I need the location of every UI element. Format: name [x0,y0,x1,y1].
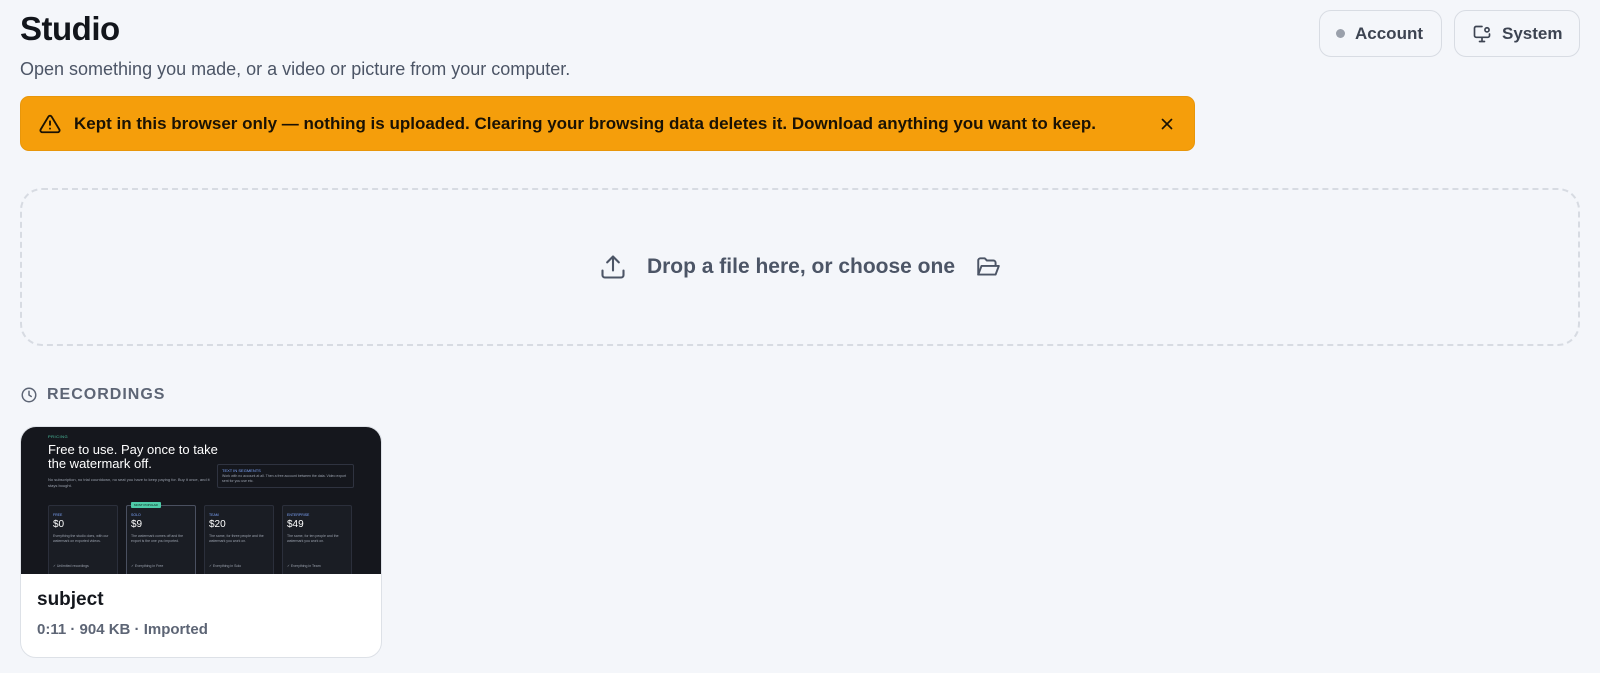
recordings-heading-label: RECORDINGS [47,386,166,403]
plan-feature: ✓ Everything in Solo [209,564,242,568]
plan-name: TEAM [209,513,219,517]
recording-meta: 0:11 · 904 KB · Imported [37,621,208,638]
system-button[interactable]: System [1454,10,1580,57]
upload-icon [599,253,627,281]
recording-card[interactable]: PRICING Free to use. Pay once to take th… [20,426,382,658]
warning-icon [39,113,61,135]
plan-price: $20 [209,519,226,530]
plan-name: FREE [53,513,63,517]
page-title: Studio [20,10,120,47]
file-dropzone[interactable]: Drop a file here, or choose one [20,188,1580,346]
plan-badge: MOST POPULAR [131,502,161,508]
close-icon[interactable] [1158,115,1176,133]
thumb-box-title: TEXT IN SEGMENTS [222,468,261,473]
status-dot-icon [1336,29,1345,38]
recording-title: subject [37,589,104,610]
folder-open-icon[interactable] [975,254,1001,280]
thumb-plan-card: FREE $0 Everything the studio does, with… [48,505,118,574]
top-actions: Account System [1319,10,1580,57]
thumb-plan-card: ENTERPRISE $49 The same, for ten people … [282,505,352,574]
thumb-subtext: No subscription, no trial countdown, no … [48,477,210,488]
plan-feature: ✓ Unlimited recordings [53,564,89,568]
plan-desc: The same, for ten people and the waterma… [287,534,339,543]
plan-feature: ✓ Everything in Team [287,564,321,568]
plan-price: $0 [53,519,65,530]
page-subtitle: Open something you made, or a video or p… [20,59,571,79]
plan-desc: The same, for three people and the water… [209,534,264,543]
banner-text: Kept in this browser only — nothing is u… [74,113,1096,133]
plan-desc: The watermark comes off and the export i… [131,534,184,543]
dropzone-label: Drop a file here, or choose one [646,255,956,278]
plan-price: $49 [287,519,304,530]
storage-warning-banner: Kept in this browser only — nothing is u… [20,96,1195,151]
plan-name: SOLO [131,513,141,517]
thumb-headline: Free to use. Pay once to take the waterm… [48,442,218,471]
thumb-kicker: PRICING [48,434,69,439]
plan-feature: ✓ Everything in Free [131,564,164,568]
monitor-settings-icon [1472,24,1492,44]
plan-price: $9 [131,519,143,530]
thumb-plan-card: TEAM $20 The same, for three people and … [204,505,274,574]
account-button[interactable]: Account [1319,10,1442,57]
thumb-info-box: TEXT IN SEGMENTS Work with no account at… [217,464,354,488]
recording-card-body: subject 0:11 · 904 KB · Imported [21,574,381,653]
recordings-heading: RECORDINGS [20,386,165,404]
account-button-label: Account [1355,23,1423,43]
plan-name: ENTERPRISE [287,513,310,517]
clock-icon [20,386,38,404]
thumb-plan-card: MOST POPULAR SOLO $9 The watermark comes… [126,502,196,574]
system-button-label: System [1502,23,1563,43]
recording-thumbnail: PRICING Free to use. Pay once to take th… [21,427,381,574]
thumb-box-text: Work with no account at all. Then a free… [222,474,347,483]
plan-desc: Everything the studio does, with our wat… [53,534,109,543]
